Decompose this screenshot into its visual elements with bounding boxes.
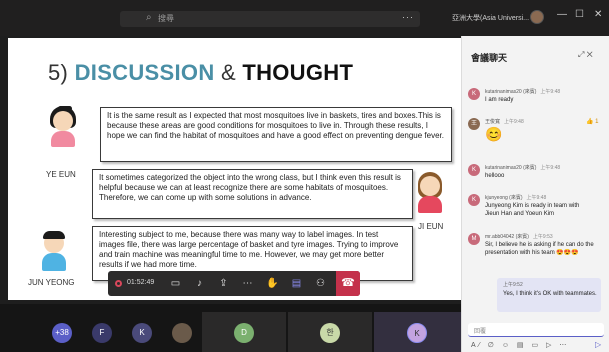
title-number: 5) bbox=[48, 60, 69, 85]
sender-name: mr.abb04042 (來賓) bbox=[485, 234, 529, 240]
title-ampersand: & bbox=[220, 60, 236, 85]
sender-avatar: M bbox=[468, 233, 480, 245]
camera-off-icon[interactable]: ▭ bbox=[168, 276, 183, 291]
my-chat-message: 上午9:52 Yes, I think it's OK with teammat… bbox=[497, 278, 601, 312]
like-reaction[interactable]: 👍 1 bbox=[586, 118, 598, 125]
sender-avatar: K bbox=[468, 164, 480, 176]
message-meta: kutarinanimas20 (來賓) 上午9:48 bbox=[485, 88, 560, 95]
message-meta: 王俊寬 上午9:48 bbox=[485, 118, 524, 125]
message-text: hellooo bbox=[485, 173, 505, 179]
jun-yeong-label: JUN YEONG bbox=[28, 278, 75, 287]
close-button[interactable]: ✕ bbox=[594, 9, 602, 20]
more-actions-icon[interactable]: ⋯ bbox=[240, 276, 255, 291]
participant-photo-avatar[interactable] bbox=[172, 323, 192, 343]
chat-title: 會議聊天 bbox=[471, 53, 508, 63]
sender-avatar: 王 bbox=[468, 118, 480, 130]
user-avatar[interactable] bbox=[530, 10, 544, 24]
message-text: Yes, I think it's OK with teammates. bbox=[503, 291, 597, 297]
compose-toolbar-icons[interactable]: A⁄ ∅ ☺ ▤ ▭ ▷ ⋯ bbox=[471, 341, 569, 349]
message-time: 上午9:52 bbox=[503, 282, 523, 288]
participant-tile-k[interactable]: K bbox=[374, 312, 461, 352]
title-bar: ⌕ 搜尋 ··· 亞洲大學(Asia Universi... — ☐ ✕ bbox=[0, 0, 609, 36]
ji-eun-label: JI EUN bbox=[418, 222, 444, 231]
chat-compose-input[interactable]: 回覆 bbox=[468, 323, 604, 337]
participant-avatar-f[interactable]: F bbox=[92, 323, 112, 343]
microphone-muted-icon[interactable]: ♪ bbox=[192, 276, 207, 291]
shared-screen: 5) DISCUSSION & THOUGHT YE EUN JI EUN JU… bbox=[0, 36, 461, 304]
message-text: Sir, I believe he is asking if he can do… bbox=[485, 242, 594, 256]
message-meta: kutarinanimas20 (來賓) 上午9:48 bbox=[485, 164, 560, 171]
search-input[interactable]: ⌕ 搜尋 bbox=[120, 11, 420, 27]
ji-eun-comment: It sometimes categorized the object into… bbox=[92, 169, 413, 219]
message-text: Junyeong Kim is ready in team with Jieun… bbox=[485, 203, 580, 217]
slide-title: 5) DISCUSSION & THOUGHT bbox=[48, 60, 353, 86]
message-meta: mr.abb04042 (來賓) 上午9:53 bbox=[485, 233, 553, 240]
message-meta: kjunyeong (來賓) 上午9:48 bbox=[485, 194, 546, 201]
message-time: 上午9:53 bbox=[532, 234, 553, 240]
participant-avatar-k2: K bbox=[407, 323, 427, 343]
sender-avatar: K bbox=[468, 194, 480, 206]
title-word-discussion: DISCUSSION bbox=[74, 60, 215, 85]
message-time: 上午9:48 bbox=[526, 195, 547, 201]
participant-tile-han[interactable]: 한 bbox=[288, 312, 372, 352]
chat-icon[interactable]: ▤ bbox=[289, 276, 304, 291]
share-screen-icon[interactable]: ⇪ bbox=[216, 276, 231, 291]
message-time: 上午9:48 bbox=[540, 165, 561, 171]
message-time: 上午9:48 bbox=[504, 119, 524, 125]
participants-icon[interactable]: ⚇ bbox=[313, 276, 328, 291]
sender-name: 王俊寬 bbox=[485, 119, 501, 125]
sender-name: kutarinanimas20 (來賓) bbox=[485, 89, 537, 95]
organization-name[interactable]: 亞洲大學(Asia Universi... bbox=[452, 13, 529, 23]
send-icon[interactable]: ▷ bbox=[595, 340, 601, 349]
message-time: 上午9:48 bbox=[540, 89, 561, 95]
ye-eun-comment: It is the same result as I expected that… bbox=[100, 107, 452, 162]
minimize-button[interactable]: — bbox=[557, 9, 567, 20]
sender-name: kjunyeong (來賓) bbox=[485, 195, 523, 201]
chat-header-icons[interactable]: ⤢ ✕ bbox=[578, 50, 593, 60]
compose-placeholder: 回覆 bbox=[474, 329, 487, 335]
maximize-button[interactable]: ☐ bbox=[575, 9, 584, 20]
meeting-control-bar: 01:52:49 ▭ ♪ ⇪ ⋯ ✋ ▤ ⚇ ☎ bbox=[108, 271, 360, 296]
participant-strip: +38 F K D 한 K bbox=[0, 304, 461, 352]
sender-avatar: K bbox=[468, 88, 480, 100]
sender-name: kutarinanimas20 (來賓) bbox=[485, 165, 537, 171]
search-icon: ⌕ bbox=[146, 12, 152, 23]
message-text: I am ready bbox=[485, 97, 514, 103]
ye-eun-label: YE EUN bbox=[46, 170, 76, 179]
chat-message: 王 王俊寬 上午9:48 😊 👍 1 bbox=[468, 118, 605, 148]
presentation-slide: 5) DISCUSSION & THOUGHT YE EUN JI EUN JU… bbox=[8, 38, 461, 300]
raise-hand-icon[interactable]: ✋ bbox=[265, 276, 280, 291]
message-emoji: 😊 bbox=[485, 126, 503, 142]
participant-tile-d[interactable]: D bbox=[202, 312, 286, 352]
more-participants-badge[interactable]: +38 bbox=[52, 323, 72, 343]
leave-call-button[interactable]: ☎ bbox=[336, 271, 360, 296]
chat-message: K kjunyeong (來賓) 上午9:48 Junyeong Kim is r… bbox=[468, 194, 605, 226]
meeting-timer: 01:52:49 bbox=[127, 279, 155, 286]
participant-avatar-k[interactable]: K bbox=[132, 323, 152, 343]
search-placeholder: 搜尋 bbox=[158, 14, 174, 23]
meeting-chat-panel: 會議聊天 ⤢ ✕ K kutarinanimas20 (來賓) 上午9:48 I … bbox=[461, 36, 609, 352]
title-word-thought: THOUGHT bbox=[242, 60, 354, 85]
chat-message: M mr.abb04042 (來賓) 上午9:53 Sir, I believe … bbox=[468, 233, 605, 273]
recording-indicator-icon bbox=[115, 280, 122, 287]
participant-avatar-d: D bbox=[234, 323, 254, 343]
participant-avatar-han: 한 bbox=[320, 323, 340, 343]
more-options-button[interactable]: ··· bbox=[402, 12, 414, 22]
chat-message: K kutarinanimas20 (來賓) 上午9:48 I am ready bbox=[468, 88, 605, 108]
chat-message: K kutarinanimas20 (來賓) 上午9:48 hellooo bbox=[468, 164, 605, 184]
